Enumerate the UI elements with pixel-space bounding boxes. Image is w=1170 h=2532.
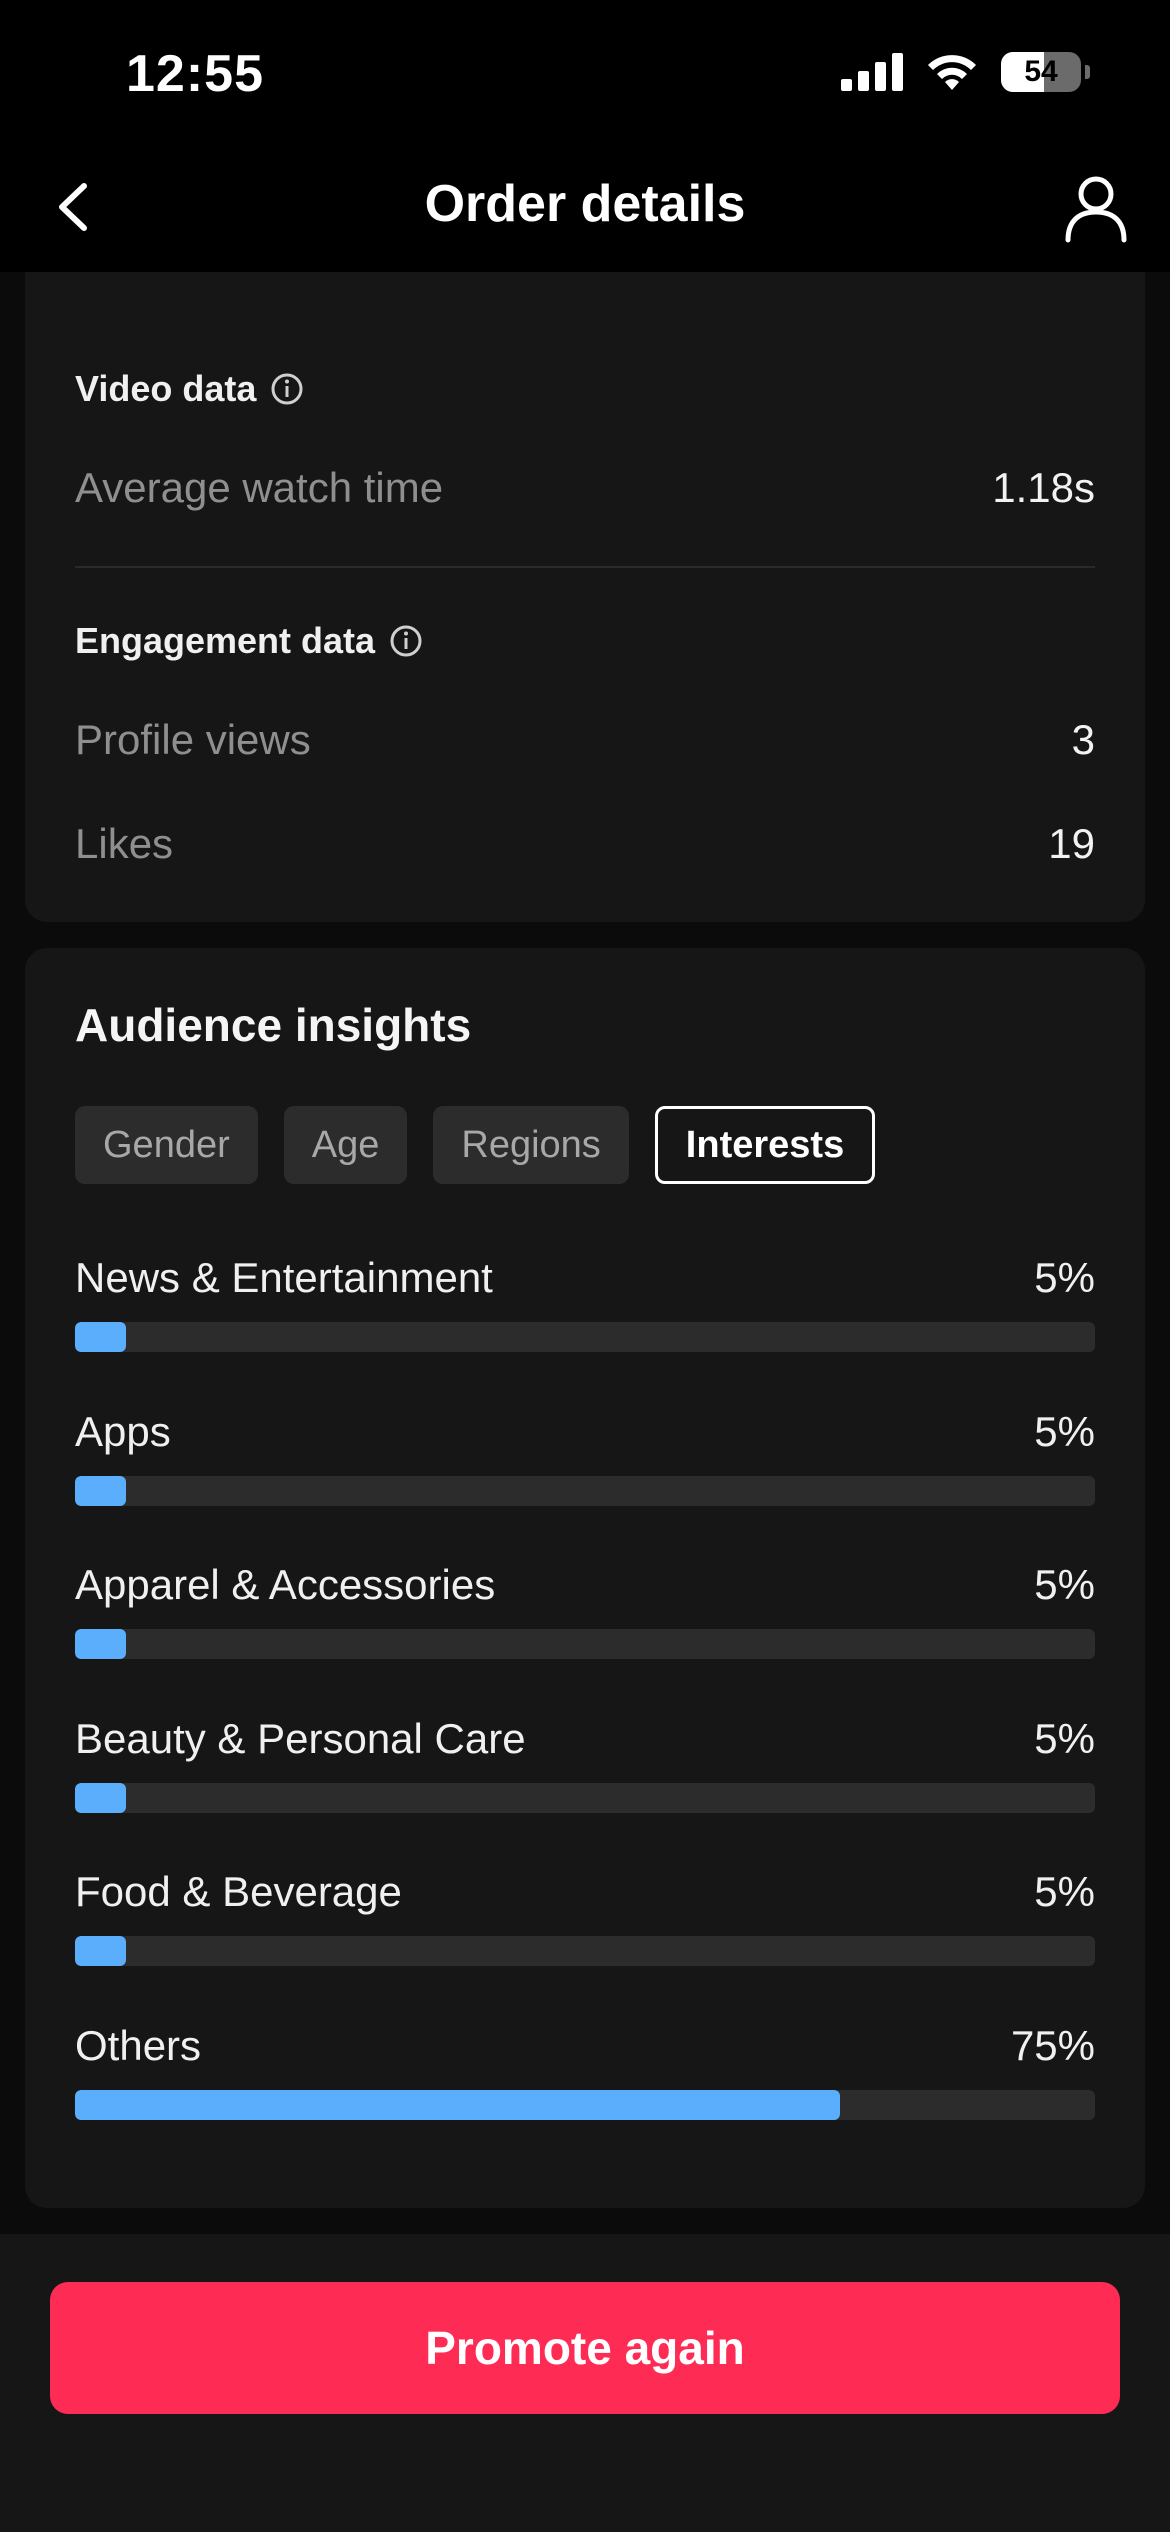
engagement-data-heading: Engagement data <box>75 620 423 662</box>
interest-label: Others <box>75 2022 202 2069</box>
interest-label: Apparel & Accessories <box>75 1561 496 1608</box>
info-icon[interactable] <box>389 624 423 658</box>
interest-item: Others 75% <box>75 2022 1095 2132</box>
progress-fill <box>75 1936 126 1966</box>
status-time: 12:55 <box>126 45 264 103</box>
audience-insights-title: Audience insights <box>75 999 472 1051</box>
metric-label: Average watch time <box>75 464 444 511</box>
metric-label: Profile views <box>75 716 311 763</box>
interest-value: 5% <box>1034 1408 1095 1455</box>
progress-track <box>75 1783 1095 1813</box>
metrics-card: Video data Average watch time 1.18s Enga… <box>25 272 1145 922</box>
progress-fill <box>75 1629 126 1659</box>
interest-value: 5% <box>1034 1254 1095 1301</box>
interest-value: 5% <box>1034 1561 1095 1608</box>
video-data-heading: Video data <box>75 368 304 410</box>
status-icons: 54 <box>841 52 1090 92</box>
interest-label: Beauty & Personal Care <box>75 1715 526 1762</box>
audience-tabs: Gender Age Regions Interests <box>75 1106 876 1184</box>
interest-item: News & Entertainment 5% <box>75 1254 1095 1364</box>
cellular-signal-icon <box>841 53 903 91</box>
interest-label: Food & Beverage <box>75 1868 402 1915</box>
tab-regions[interactable]: Regions <box>433 1106 629 1184</box>
profile-button[interactable] <box>1058 170 1134 246</box>
metric-value: 3 <box>1071 716 1095 763</box>
header: Order details <box>0 150 1170 272</box>
progress-fill <box>75 1322 126 1352</box>
progress-track <box>75 1476 1095 1506</box>
interest-item: Beauty & Personal Care 5% <box>75 1715 1095 1825</box>
tab-age[interactable]: Age <box>283 1106 408 1184</box>
progress-fill <box>75 2090 840 2120</box>
progress-track <box>75 1936 1095 1966</box>
progress-track <box>75 1322 1095 1352</box>
progress-track <box>75 2090 1095 2120</box>
promote-again-button[interactable]: Promote again <box>50 2282 1120 2414</box>
interest-label: News & Entertainment <box>75 1254 493 1301</box>
content-area[interactable]: Video data Average watch time 1.18s Enga… <box>0 272 1170 2234</box>
interest-item: Food & Beverage 5% <box>75 1868 1095 1978</box>
page-title: Order details <box>424 175 746 233</box>
divider <box>75 566 1095 568</box>
footer: Promote again <box>0 2234 1170 2532</box>
interest-label: Apps <box>75 1408 171 1455</box>
interest-item: Apparel & Accessories 5% <box>75 1561 1095 1671</box>
progress-fill <box>75 1476 126 1506</box>
progress-fill <box>75 1783 126 1813</box>
wifi-icon <box>928 55 976 90</box>
battery-icon: 54 <box>1001 52 1081 92</box>
interest-value: 5% <box>1034 1868 1095 1915</box>
person-icon <box>1065 176 1127 243</box>
battery-nub <box>1085 65 1090 79</box>
tab-gender[interactable]: Gender <box>75 1106 258 1184</box>
info-icon[interactable] <box>270 372 304 406</box>
battery-level: 54 <box>1024 55 1058 88</box>
metric-row-profile-views: Profile views 3 <box>75 716 1095 764</box>
audience-insights-card: Audience insights Gender Age Regions Int… <box>25 948 1145 2208</box>
metric-value: 1.18s <box>992 464 1095 511</box>
interest-value: 5% <box>1034 1715 1095 1762</box>
video-data-label: Video data <box>75 368 257 409</box>
metric-row-watch-time: Average watch time 1.18s <box>75 464 1095 512</box>
tab-interests[interactable]: Interests <box>654 1106 876 1184</box>
interest-value: 75% <box>1010 2022 1095 2069</box>
interest-item: Apps 5% <box>75 1408 1095 1518</box>
engagement-data-label: Engagement data <box>75 620 376 661</box>
progress-track <box>75 1629 1095 1659</box>
metric-row-likes: Likes 19 <box>75 820 1095 868</box>
metric-value: 19 <box>1048 820 1095 867</box>
status-bar: 12:55 54 <box>0 0 1170 150</box>
metric-label: Likes <box>75 820 174 867</box>
